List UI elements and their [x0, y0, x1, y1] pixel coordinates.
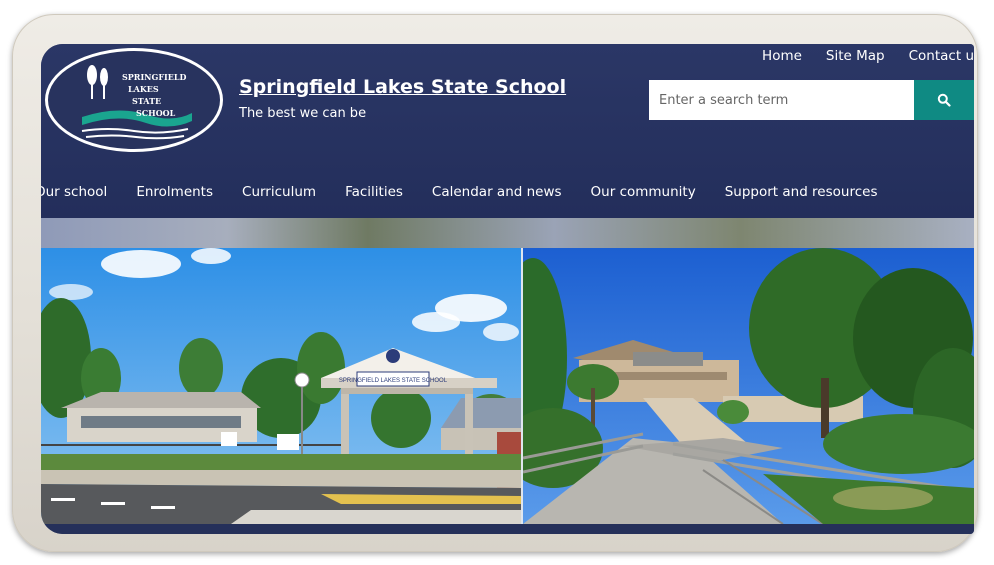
nav-calendar-news[interactable]: Calendar and news: [432, 184, 562, 200]
utility-nav: Home Site Map Contact u: [762, 48, 974, 64]
site-header: SPRINGFIELD LAKES STATE SCHOOL Springfie…: [41, 44, 974, 218]
logo-line: STATE: [132, 96, 162, 106]
util-nav-site-map[interactable]: Site Map: [826, 48, 885, 64]
util-nav-home[interactable]: Home: [762, 48, 802, 64]
browser-screen: SPRINGFIELD LAKES STATE SCHOOL Springfie…: [41, 44, 974, 534]
banner-caption-bar: [41, 524, 974, 534]
search-form: [649, 80, 974, 120]
logo-line: LAKES: [128, 84, 159, 94]
site-tagline: The best we can be: [239, 106, 367, 121]
main-nav: Our school Enrolments Curriculum Facilit…: [41, 184, 906, 200]
nav-enrolments[interactable]: Enrolments: [136, 184, 213, 200]
logo-line: SCHOOL: [136, 108, 176, 118]
nav-our-community[interactable]: Our community: [591, 184, 696, 200]
search-input[interactable]: [649, 80, 914, 120]
banner-strip: [41, 218, 974, 248]
search-button[interactable]: [914, 80, 974, 120]
nav-facilities[interactable]: Facilities: [345, 184, 403, 200]
nav-support-resources[interactable]: Support and resources: [725, 184, 878, 200]
school-entrance-photo: SPRINGFIELD LAKES STATE SCHOOL: [41, 248, 521, 524]
logo-text: SPRINGFIELD LAKES STATE SCHOOL: [122, 71, 186, 119]
logo-line: SPRINGFIELD: [122, 72, 187, 82]
util-nav-contact[interactable]: Contact u: [909, 48, 974, 64]
search-icon: [937, 93, 951, 107]
nav-our-school[interactable]: Our school: [41, 184, 107, 200]
school-grounds-photo: [523, 248, 974, 524]
school-logo[interactable]: SPRINGFIELD LAKES STATE SCHOOL: [45, 48, 223, 152]
site-title-link[interactable]: Springfield Lakes State School: [239, 76, 566, 98]
entrance-sign-text: SPRINGFIELD LAKES STATE SCHOOL: [339, 378, 448, 384]
nav-curriculum[interactable]: Curriculum: [242, 184, 316, 200]
